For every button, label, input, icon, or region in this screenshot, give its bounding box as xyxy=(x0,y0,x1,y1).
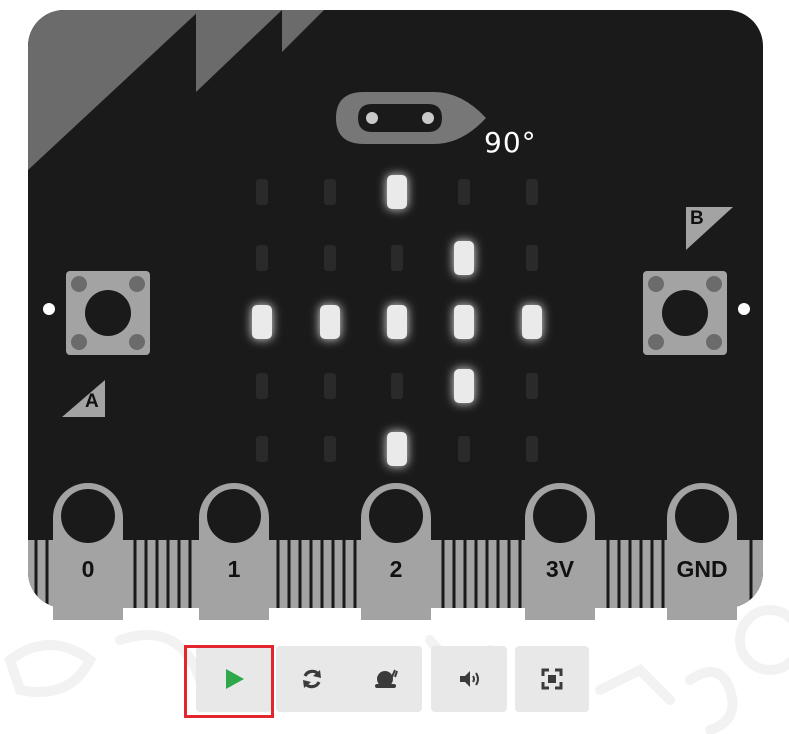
led-4-2 xyxy=(387,432,407,466)
led-1-0 xyxy=(256,245,268,271)
led-1-1 xyxy=(324,245,336,271)
pin-1-label: 1 xyxy=(227,556,241,582)
pin-1[interactable] xyxy=(199,483,269,620)
mute-button[interactable] xyxy=(431,646,507,712)
restart-slowmo-group xyxy=(276,646,422,712)
led-0-2 xyxy=(387,175,407,209)
microbit-board: 90° A B 0 1 2 3V GND xyxy=(0,0,789,620)
simulator-toolbar xyxy=(0,640,789,720)
button-b-label: B xyxy=(690,208,704,229)
led-4-0 xyxy=(256,436,268,462)
speaker-icon xyxy=(460,671,479,687)
run-button[interactable] xyxy=(196,646,272,712)
led-3-3 xyxy=(454,369,474,403)
pin-2[interactable] xyxy=(361,483,431,620)
led-0-3 xyxy=(458,179,470,205)
snail-icon xyxy=(375,669,398,688)
led-3-1 xyxy=(324,373,336,399)
led-3-4 xyxy=(526,373,538,399)
play-icon xyxy=(226,669,244,689)
led-2-0 xyxy=(252,305,272,339)
led-4-1 xyxy=(324,436,336,462)
board-graphic xyxy=(28,10,763,620)
compass-heading: 90° xyxy=(484,126,537,159)
led-3-2 xyxy=(391,373,403,399)
pin-gnd-label: GND xyxy=(676,556,728,582)
pin-2-label: 2 xyxy=(389,556,403,582)
button-b-indicator xyxy=(738,303,750,315)
slow-mo-button[interactable] xyxy=(372,667,398,691)
led-2-1 xyxy=(320,305,340,339)
pin-3v[interactable] xyxy=(525,483,595,620)
led-1-2 xyxy=(391,245,403,271)
led-1-3 xyxy=(454,241,474,275)
led-4-3 xyxy=(458,436,470,462)
led-0-4 xyxy=(526,179,538,205)
fullscreen-button[interactable] xyxy=(515,646,589,712)
button-a-indicator xyxy=(43,303,55,315)
fullscreen-icon xyxy=(541,668,563,690)
led-2-3 xyxy=(454,305,474,339)
pin-gnd[interactable] xyxy=(667,483,737,620)
restart-icon xyxy=(303,669,321,689)
led-4-4 xyxy=(526,436,538,462)
led-0-1 xyxy=(324,179,336,205)
led-2-2 xyxy=(387,305,407,339)
led-2-4 xyxy=(522,305,542,339)
pin-0-label: 0 xyxy=(81,556,95,582)
restart-button[interactable] xyxy=(300,667,324,691)
pin-0[interactable] xyxy=(53,483,123,620)
led-0-0 xyxy=(256,179,268,205)
button-a-label: A xyxy=(85,391,99,412)
led-3-0 xyxy=(256,373,268,399)
pin-3v-label: 3V xyxy=(545,556,575,582)
led-1-4 xyxy=(526,245,538,271)
